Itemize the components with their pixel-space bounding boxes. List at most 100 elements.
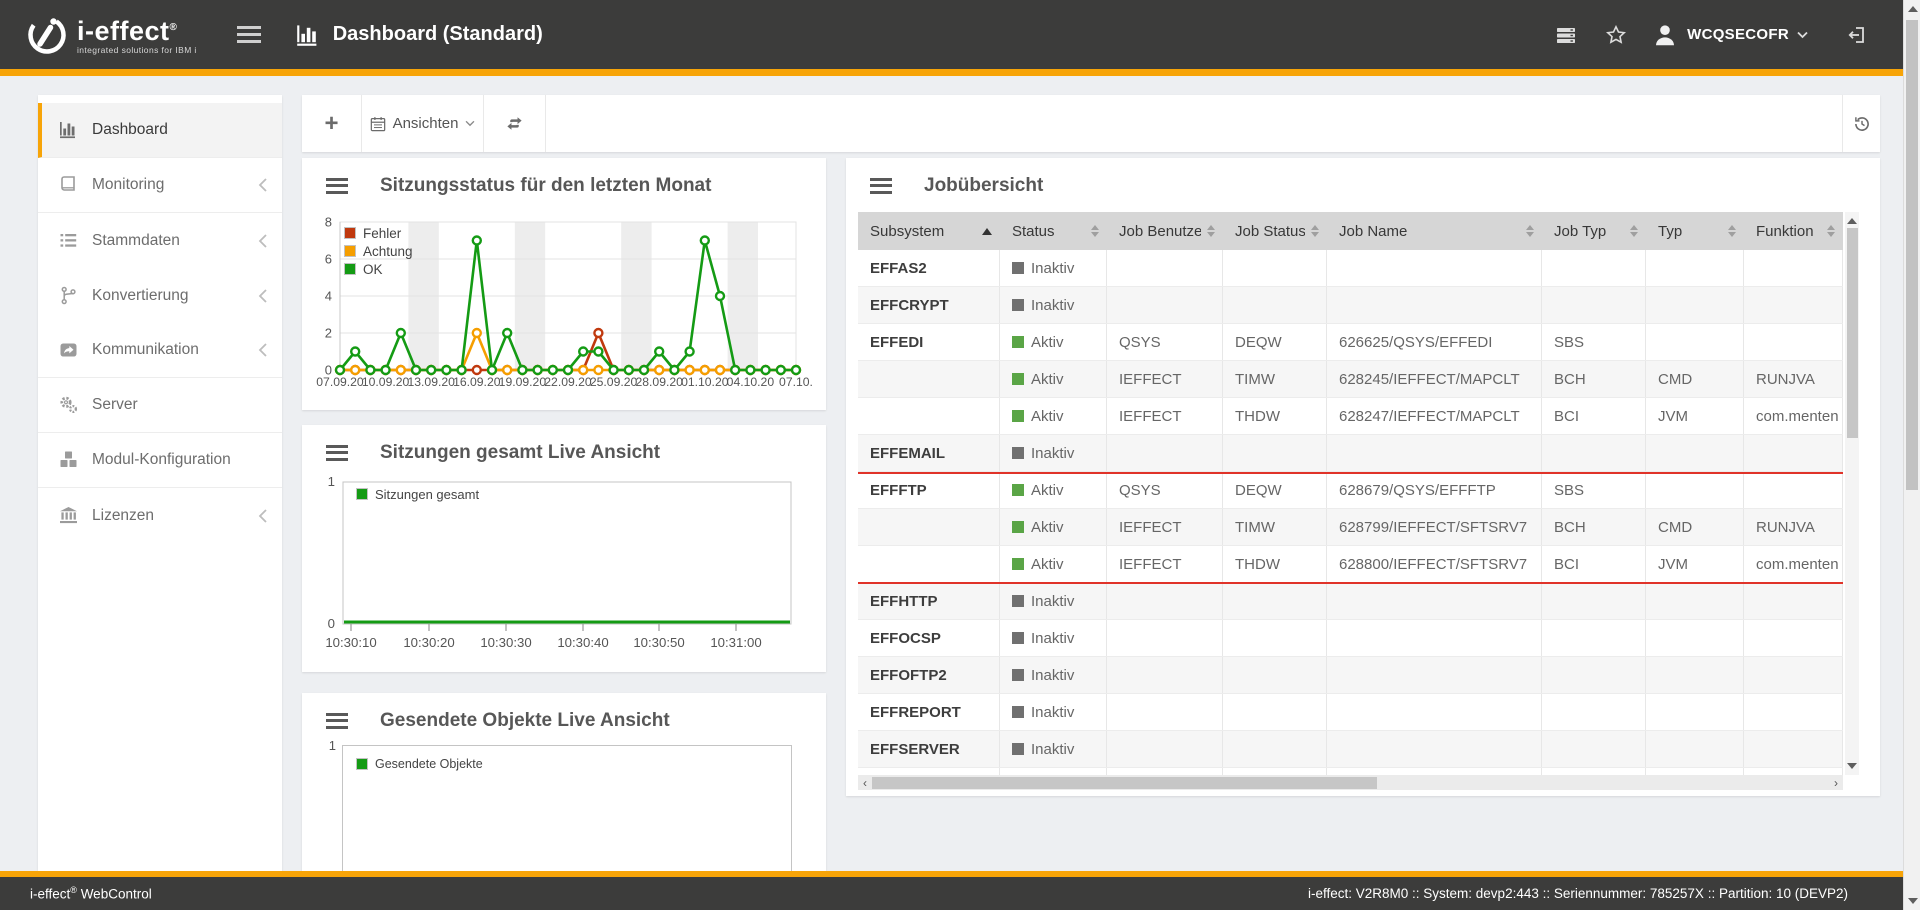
scroll-down-arrow-icon[interactable] bbox=[1847, 763, 1857, 769]
cell-job-name bbox=[1327, 731, 1542, 767]
sign-out-icon bbox=[1847, 25, 1867, 45]
cell-job-name: 626625/QSYS/EFFEDI bbox=[1327, 324, 1542, 360]
cell-job-benutzer: QSYS bbox=[1107, 324, 1223, 360]
table-row[interactable]: AktivIEFFECTTHDW628800/IEFFECT/SFTSRV7BC… bbox=[858, 546, 1843, 583]
bank-icon bbox=[59, 506, 79, 526]
scrollbar-thumb[interactable] bbox=[1906, 20, 1918, 490]
cell-typ bbox=[1646, 472, 1744, 508]
scroll-right-arrow-icon[interactable]: › bbox=[1829, 775, 1843, 790]
svg-text:19.09.20: 19.09.20 bbox=[499, 375, 547, 389]
scrollbar-thumb[interactable] bbox=[1847, 228, 1858, 438]
sort-arrows-icon bbox=[1201, 225, 1215, 237]
app-logo[interactable]: i-effect® integrated solutions for IBM i bbox=[25, 13, 197, 57]
cell-status: Inaktiv bbox=[1000, 435, 1107, 471]
sidebar-item-kommunikation[interactable]: Kommunikation bbox=[38, 323, 282, 378]
column-header-job-benutzer[interactable]: Job Benutzer bbox=[1107, 212, 1223, 250]
widget-menu-icon[interactable] bbox=[870, 174, 894, 197]
dashboard-toolbar: + Ansichten bbox=[302, 95, 1880, 152]
column-header-subsystem[interactable]: Subsystem bbox=[858, 212, 1000, 250]
page-title: Dashboard (Standard) bbox=[333, 23, 543, 46]
svg-text:10:31:00: 10:31:00 bbox=[710, 635, 761, 650]
sidebar-item-dashboard[interactable]: Dashboard bbox=[38, 103, 282, 158]
table-row[interactable]: AktivIEFFECTTIMW628799/IEFFECT/SFTSRV7BC… bbox=[858, 509, 1843, 546]
chevron-left-icon bbox=[258, 178, 268, 192]
sort-arrows-icon bbox=[1821, 225, 1835, 237]
column-header-funktion[interactable]: Funktion bbox=[1744, 212, 1843, 250]
cell-job-benutzer bbox=[1107, 731, 1223, 767]
table-horizontal-scrollbar[interactable]: ‹ › bbox=[858, 775, 1843, 790]
column-header-job-status[interactable]: Job Status bbox=[1223, 212, 1327, 250]
cell-subsystem: EFFSERVICE bbox=[858, 768, 1000, 775]
cell-status: Inaktiv bbox=[1000, 583, 1107, 619]
widget-menu-icon[interactable] bbox=[326, 174, 350, 197]
sidebar-item-konvertierung[interactable]: Konvertierung bbox=[38, 268, 282, 323]
cell-job-name: 628800/IEFFECT/SFTSRV7 bbox=[1327, 546, 1542, 582]
svg-text:1: 1 bbox=[328, 474, 335, 489]
table-row-effas2[interactable]: EFFAS2Inaktiv bbox=[858, 250, 1843, 287]
chevron-left-icon bbox=[258, 343, 268, 357]
job-overview-widget: Jobübersicht Subsystem Status Job Benutz… bbox=[846, 158, 1880, 796]
column-header-typ[interactable]: Typ bbox=[1646, 212, 1744, 250]
table-row-effedi[interactable]: EFFEDIAktivQSYSDEQW626625/QSYS/EFFEDISBS bbox=[858, 324, 1843, 361]
sidebar-item-lizenzen[interactable]: Lizenzen bbox=[38, 488, 282, 543]
cell-job-benutzer: IEFFECT bbox=[1107, 546, 1223, 582]
table-row-effemail[interactable]: EFFEMAILInaktiv bbox=[858, 435, 1843, 472]
column-header-job-typ[interactable]: Job Typ bbox=[1542, 212, 1646, 250]
table-row-effservice[interactable]: EFFSERVICEAktivQSYSDEQW626906/QSYS/EFFSE… bbox=[858, 768, 1843, 775]
scroll-left-arrow-icon[interactable]: ‹ bbox=[858, 775, 872, 790]
cell-subsystem: EFFFTP bbox=[858, 472, 1000, 508]
sidebar-item-modul-konfiguration[interactable]: Modul-Konfiguration bbox=[38, 433, 282, 488]
widget-menu-icon[interactable] bbox=[326, 441, 350, 464]
status-inactive-icon bbox=[1012, 632, 1024, 644]
scroll-up-arrow-icon[interactable] bbox=[1847, 218, 1857, 224]
page-scrollbar[interactable] bbox=[1903, 0, 1920, 910]
svg-text:28.09.20: 28.09.20 bbox=[635, 375, 683, 389]
user-icon bbox=[1653, 23, 1677, 47]
table-row-effcrypt[interactable]: EFFCRYPTInaktiv bbox=[858, 287, 1843, 324]
scrollbar-thumb[interactable] bbox=[872, 777, 1377, 789]
cell-status: Aktiv bbox=[1000, 398, 1107, 434]
table-row-effreport[interactable]: EFFREPORTInaktiv bbox=[858, 694, 1843, 731]
cell-job-name bbox=[1327, 620, 1542, 656]
table-row-effocsp[interactable]: EFFOCSPInaktiv bbox=[858, 620, 1843, 657]
add-widget-button[interactable]: + bbox=[302, 95, 362, 152]
job-table: Subsystem Status Job Benutzer Job Status… bbox=[858, 212, 1843, 775]
widget-menu-icon[interactable] bbox=[326, 709, 350, 732]
refresh-button[interactable] bbox=[484, 95, 546, 152]
cell-job-status: DEQW bbox=[1223, 324, 1327, 360]
views-dropdown[interactable]: Ansichten bbox=[362, 95, 484, 152]
table-row-effserver[interactable]: EFFSERVERInaktiv bbox=[858, 731, 1843, 768]
sidebar-toggle-button[interactable] bbox=[237, 22, 261, 47]
sessions-button[interactable] bbox=[1553, 22, 1579, 48]
accent-bar bbox=[0, 69, 1920, 76]
sidebar-item-server[interactable]: Server bbox=[38, 378, 282, 433]
history-button[interactable] bbox=[1842, 95, 1880, 152]
cell-subsystem: EFFOCSP bbox=[858, 620, 1000, 656]
table-row[interactable]: AktivIEFFECTTHDW628247/IEFFECT/MAPCLTBCI… bbox=[858, 398, 1843, 435]
table-vertical-scrollbar[interactable] bbox=[1845, 212, 1859, 775]
sidebar-item-monitoring[interactable]: Monitoring bbox=[38, 158, 282, 213]
table-row-effoftp2[interactable]: EFFOFTP2Inaktiv bbox=[858, 657, 1843, 694]
column-header-status[interactable]: Status bbox=[1000, 212, 1107, 250]
cell-typ bbox=[1646, 324, 1744, 360]
sidebar-item-stammdaten[interactable]: Stammdaten bbox=[38, 213, 282, 268]
cell-job-benutzer: IEFFECT bbox=[1107, 398, 1223, 434]
scroll-down-arrow-icon[interactable] bbox=[1908, 898, 1918, 904]
table-row-effhttp[interactable]: EFFHTTPInaktiv bbox=[858, 583, 1843, 620]
cell-job-typ: SBS bbox=[1542, 768, 1646, 775]
cell-status: Inaktiv bbox=[1000, 657, 1107, 693]
cell-job-typ: BCH bbox=[1542, 361, 1646, 397]
table-row-effftp[interactable]: EFFFTPAktivQSYSDEQW628679/QSYS/EFFFTPSBS bbox=[858, 472, 1843, 509]
cell-job-status bbox=[1223, 657, 1327, 693]
logout-button[interactable] bbox=[1844, 22, 1870, 48]
sort-arrows-icon bbox=[1624, 225, 1638, 237]
table-row[interactable]: AktivIEFFECTTIMW628245/IEFFECT/MAPCLTBCH… bbox=[858, 361, 1843, 398]
cell-funktion bbox=[1744, 731, 1843, 767]
favorites-button[interactable] bbox=[1603, 22, 1629, 48]
column-header-job-name[interactable]: Job Name bbox=[1327, 212, 1542, 250]
svg-text:16.09.20: 16.09.20 bbox=[453, 375, 501, 389]
user-menu[interactable]: WCQSECOFR bbox=[1653, 23, 1808, 47]
cell-job-status bbox=[1223, 731, 1327, 767]
scroll-up-arrow-icon[interactable] bbox=[1908, 6, 1918, 12]
chart-legend: Gesendete Objekte bbox=[356, 755, 483, 773]
